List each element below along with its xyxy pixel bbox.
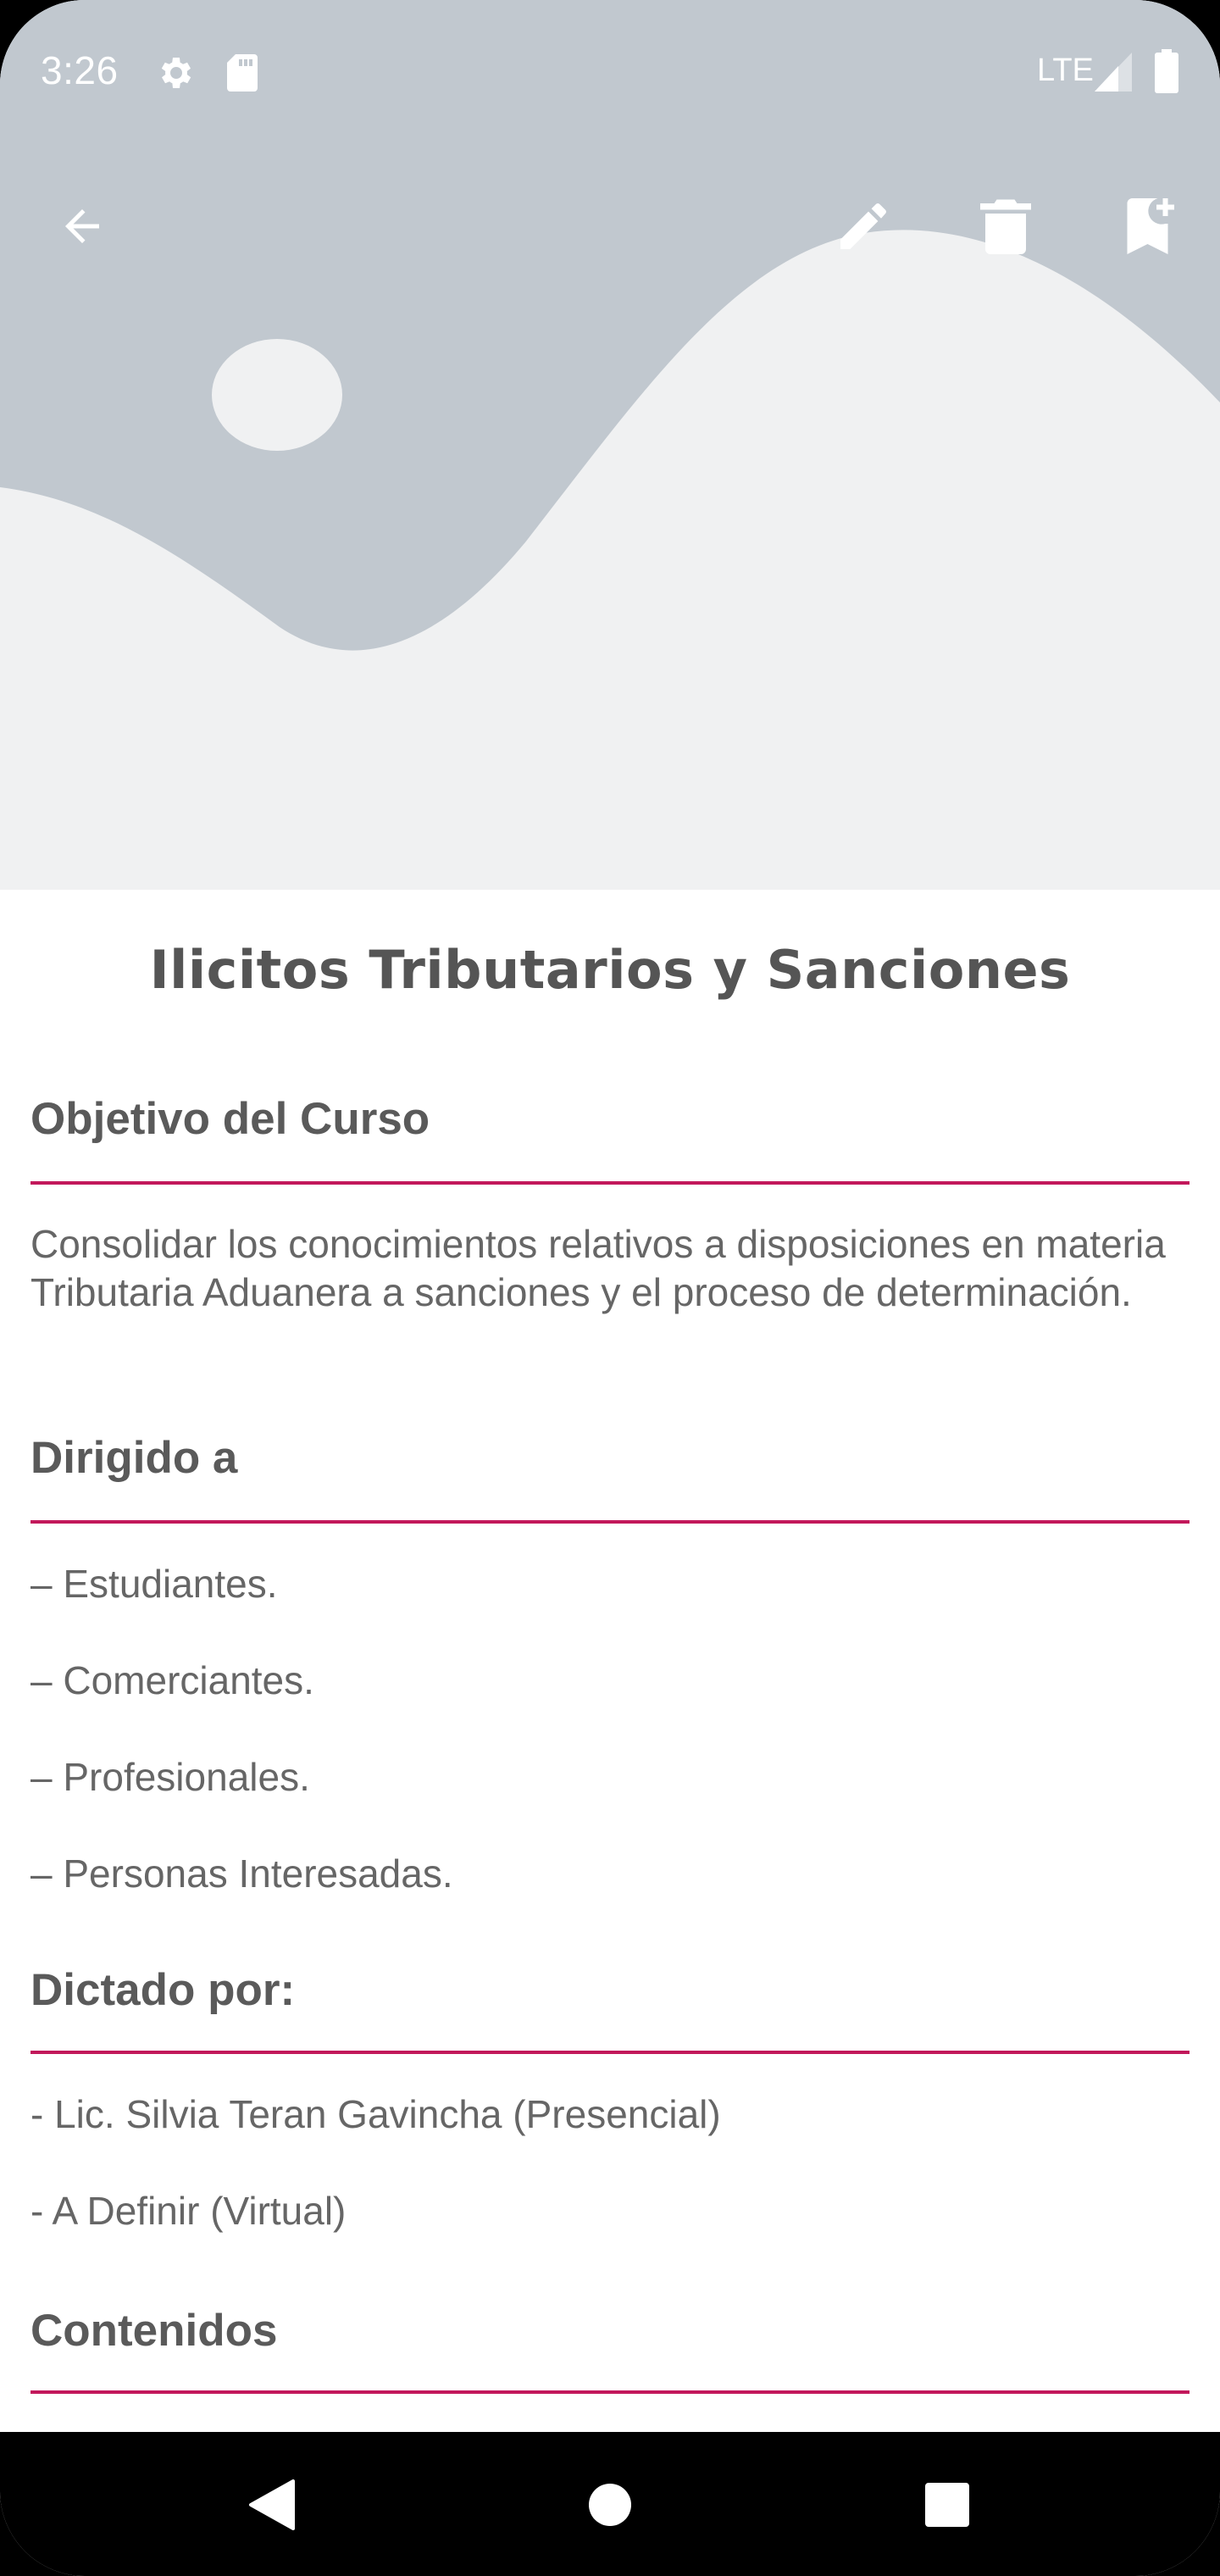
sd-card-icon — [225, 53, 259, 97]
delete-button[interactable] — [959, 181, 1052, 275]
section-divider — [30, 1520, 1190, 1524]
audience-item: – Profesionales. — [30, 1755, 310, 1799]
section-heading-contents: Contenidos — [30, 2306, 278, 2356]
bookmark-add-button[interactable] — [1105, 181, 1198, 275]
back-arrow-icon — [57, 201, 108, 256]
status-bar: 3:26 LTE — [0, 0, 1220, 144]
section-divider — [30, 2051, 1190, 2054]
section-heading-instructors: Dictado por: — [30, 1965, 296, 2015]
system-navigation-bar — [0, 2432, 1220, 2576]
audience-item: – Comerciantes. — [30, 1658, 314, 1702]
battery-icon — [1154, 49, 1179, 97]
app-screen: 3:26 LTE Ilicitos Tributarios y Sancione… — [0, 0, 1220, 2576]
nav-home-button[interactable] — [568, 2464, 652, 2549]
edit-pencil-icon — [833, 196, 894, 261]
nav-back-button[interactable] — [229, 2464, 313, 2549]
audience-item: – Estudiantes. — [30, 1562, 278, 1606]
instructor-item: - Lic. Silvia Teran Gavincha (Presencial… — [30, 2092, 721, 2136]
section-heading-objective: Objetivo del Curso — [30, 1094, 430, 1144]
recents-square-icon — [924, 2482, 970, 2532]
bookmark-add-icon — [1124, 196, 1178, 261]
instructor-item: - A Definir (Virtual) — [30, 2189, 347, 2233]
home-circle-icon — [587, 2482, 633, 2532]
edit-button[interactable] — [817, 181, 910, 275]
signal-icon — [1095, 53, 1132, 96]
course-title: Ilicitos Tributarios y Sanciones — [149, 939, 1071, 1001]
nav-recents-button[interactable] — [905, 2464, 990, 2549]
section-heading-audience: Dirigido a — [30, 1433, 238, 1483]
section-divider — [30, 1181, 1190, 1185]
settings-icon — [156, 53, 197, 97]
audience-item: – Personas Interesadas. — [30, 1852, 453, 1896]
back-triangle-icon — [247, 2479, 295, 2534]
status-time: 3:26 — [41, 48, 119, 92]
delete-trash-icon — [978, 196, 1034, 261]
back-button[interactable] — [36, 181, 129, 275]
network-type-label: LTE — [1037, 53, 1094, 88]
section-divider — [30, 2390, 1190, 2394]
objective-text: Consolidar los conocimientos relativos a… — [30, 1222, 1166, 1314]
